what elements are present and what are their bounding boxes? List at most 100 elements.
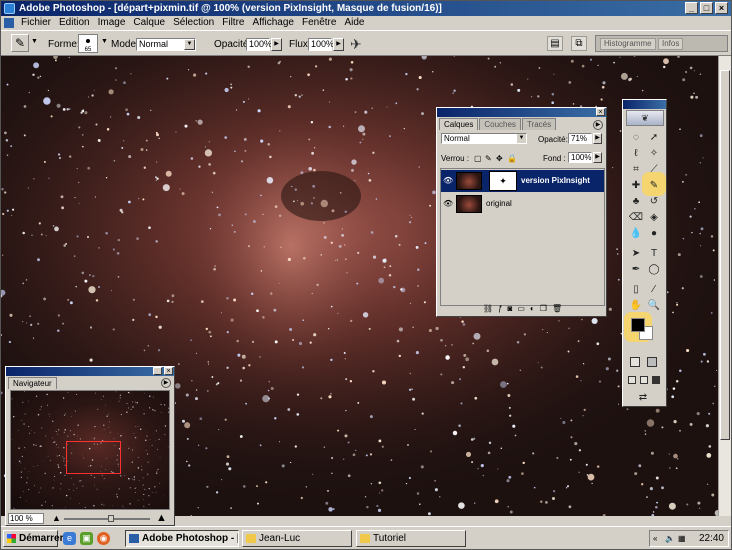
ie-icon[interactable]: e <box>63 532 76 545</box>
minimize-icon[interactable]: _ <box>153 367 162 375</box>
eraser-tool-icon[interactable]: ⌫ <box>628 210 644 226</box>
lock-pixels-icon[interactable]: ✎ <box>485 154 492 163</box>
layers-palette-titlebar[interactable]: × <box>437 108 606 117</box>
title-bar[interactable]: Adobe Photoshop - [départ+pixmin.tif @ 1… <box>1 1 731 16</box>
foreground-color-swatch[interactable] <box>631 318 645 332</box>
feather-logo-icon[interactable]: ❦ <box>626 110 664 126</box>
tab-traces[interactable]: Tracés <box>521 118 557 130</box>
brush-preset-arrow-icon[interactable]: ▼ <box>31 38 38 45</box>
scrollbar-thumb[interactable] <box>720 70 730 440</box>
layer-opacity-slider-button[interactable]: ▶ <box>593 133 602 144</box>
menu-edition[interactable]: Edition <box>55 16 94 30</box>
flux-field[interactable]: 100% <box>308 38 334 51</box>
blend-mode-select[interactable]: Normal ▼ <box>441 133 527 144</box>
marquee-tool-icon[interactable]: ◌ <box>628 130 644 146</box>
tab-navigateur[interactable]: Navigateur <box>8 377 57 389</box>
well-tab-histogramme[interactable]: Histogramme <box>600 38 656 50</box>
brush-preset-button[interactable]: ✎ <box>11 34 29 52</box>
brush-shape-picker[interactable]: 65 <box>78 34 98 53</box>
zoom-tool-icon[interactable]: 🔍 <box>646 298 662 314</box>
zoom-out-icon[interactable]: ▲ <box>52 513 61 523</box>
crop-tool-icon[interactable]: ⌗ <box>628 162 644 178</box>
quick-mask-mode-icon[interactable] <box>647 357 657 367</box>
notes-tool-icon[interactable]: ▯ <box>628 282 644 298</box>
new-layer-icon[interactable]: ❐ <box>540 304 547 314</box>
zoom-slider-track[interactable] <box>64 518 150 520</box>
document-icon[interactable] <box>4 18 14 28</box>
screen-mode-full-icon[interactable] <box>652 376 660 384</box>
zoom-field[interactable]: 100 % <box>8 513 44 524</box>
eye-icon[interactable]: 👁 <box>443 176 453 185</box>
dodge-tool-icon[interactable]: ● <box>646 226 662 242</box>
menu-affichage[interactable]: Affichage <box>248 16 298 30</box>
standard-mode-icon[interactable] <box>630 357 640 367</box>
new-set-icon[interactable]: ▭ <box>517 304 525 314</box>
clone-stamp-tool-icon[interactable]: ♣ <box>628 194 644 210</box>
jump-to-imageready-icon[interactable]: ⇄ <box>635 390 651 406</box>
path-select-tool-icon[interactable]: ➤ <box>628 246 644 262</box>
hand-tool-icon[interactable]: ✋ <box>628 298 644 314</box>
type-tool-icon[interactable]: T <box>646 246 662 262</box>
lasso-tool-icon[interactable]: ℓ <box>628 146 644 162</box>
close-icon[interactable]: × <box>164 367 173 375</box>
well-tab-infos[interactable]: Infos <box>658 38 684 50</box>
task-jean-luc[interactable]: Jean-Luc <box>242 530 352 547</box>
opacite-slider-button[interactable]: ▶ <box>271 38 282 51</box>
airbrush-icon[interactable]: ✈ <box>350 36 362 53</box>
fill-slider-button[interactable]: ▶ <box>593 152 602 163</box>
history-brush-tool-icon[interactable]: ↺ <box>646 194 662 210</box>
fill-field[interactable]: 100% <box>568 152 592 163</box>
zoom-in-icon[interactable]: ▲ <box>156 512 167 524</box>
opacite-field[interactable]: 100% <box>246 38 272 51</box>
lock-transparency-icon[interactable]: ▢ <box>474 154 482 163</box>
menu-fenetre[interactable]: Fenêtre <box>298 16 340 30</box>
toggle-palettes-icon[interactable]: ⧉ <box>571 36 587 51</box>
slice-tool-icon[interactable]: ⟋ <box>646 162 662 178</box>
trash-icon[interactable]: 🗑 <box>552 304 562 314</box>
menu-fichier[interactable]: Fichier <box>17 16 55 30</box>
flux-slider-button[interactable]: ▶ <box>333 38 344 51</box>
shape-tool-icon[interactable]: ◯ <box>646 262 662 278</box>
maximize-button[interactable]: □ <box>700 2 713 14</box>
minimize-button[interactable]: _ <box>685 2 698 14</box>
tools-palette-titlebar[interactable] <box>623 100 666 109</box>
desktop-icon[interactable]: ▣ <box>80 532 93 545</box>
vertical-scrollbar[interactable] <box>718 56 731 516</box>
volume-icon[interactable]: 🔈 <box>665 534 675 543</box>
blur-tool-icon[interactable]: 💧 <box>628 226 644 242</box>
tab-calques[interactable]: Calques <box>439 118 479 130</box>
add-mask-icon[interactable]: ◙ <box>508 304 513 314</box>
file-browser-icon[interactable]: ▤ <box>547 36 563 51</box>
layer-row-version-pixinsight[interactable]: 👁 ✦ version PixInsight <box>441 170 604 192</box>
chevron-left-icon[interactable]: « <box>653 534 662 543</box>
navigator-preview[interactable] <box>10 390 170 510</box>
screen-mode-standard-icon[interactable] <box>628 376 636 384</box>
pen-tool-icon[interactable]: ✒ <box>628 262 644 278</box>
healing-tool-icon[interactable]: ✚ <box>628 178 644 194</box>
brush-tool-icon[interactable]: ✎ <box>646 178 662 194</box>
tab-couches[interactable]: Couches <box>479 118 521 130</box>
layer-style-icon[interactable]: ƒ <box>498 304 502 314</box>
palette-menu-icon[interactable]: ▶ <box>161 378 171 388</box>
start-button[interactable]: Démarrer <box>3 530 63 547</box>
network-icon[interactable]: ▦ <box>678 534 687 543</box>
navigator-titlebar[interactable]: _ × <box>6 367 174 376</box>
layer-row-original[interactable]: 👁 original <box>441 193 604 215</box>
move-tool-icon[interactable]: ➚ <box>646 130 662 146</box>
magic-wand-tool-icon[interactable]: ✧ <box>646 146 662 162</box>
media-player-icon[interactable]: ◉ <box>97 532 110 545</box>
view-box-indicator[interactable] <box>66 441 121 474</box>
eyedropper-tool-icon[interactable]: ⁄ <box>646 282 662 298</box>
lock-all-icon[interactable]: 🔒 <box>507 154 517 163</box>
brush-shape-arrow-icon[interactable]: ▼ <box>101 38 108 45</box>
layer-mask-thumbnail[interactable]: ✦ <box>489 171 517 191</box>
menu-selection[interactable]: Sélection <box>169 16 218 30</box>
zoom-slider-knob[interactable] <box>108 515 114 522</box>
task-tutoriel[interactable]: Tutoriel <box>356 530 466 547</box>
menu-image[interactable]: Image <box>94 16 130 30</box>
close-button[interactable]: × <box>715 2 728 14</box>
close-icon[interactable]: × <box>596 108 605 116</box>
bucket-tool-icon[interactable]: ◈ <box>646 210 662 226</box>
layer-opacity-field[interactable]: 71% <box>568 133 592 144</box>
menu-calque[interactable]: Calque <box>129 16 169 30</box>
